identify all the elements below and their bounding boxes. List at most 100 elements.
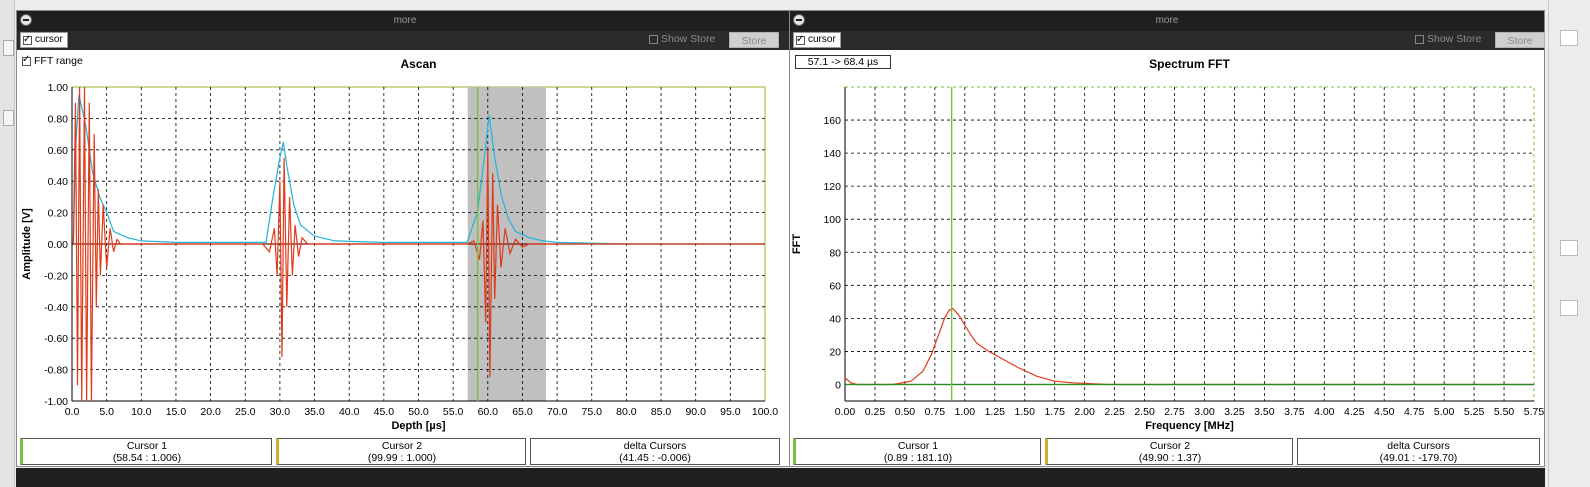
- next-panel-title-bar[interactable]: [16, 468, 794, 487]
- next-panel-title-bar[interactable]: [789, 468, 1545, 487]
- cursor2-value: (99.99 : 1.000): [367, 452, 437, 464]
- cursor1-title: Cursor 1: [897, 440, 939, 452]
- y-tick-label: -0.20: [44, 270, 68, 282]
- x-tick-label: 4.25: [1344, 406, 1365, 418]
- minimize-icon[interactable]: [793, 14, 805, 26]
- x-tick-label: 0.00: [835, 406, 856, 418]
- x-tick-label: 3.00: [1194, 406, 1215, 418]
- right-edge-button[interactable]: [1560, 30, 1578, 46]
- x-tick-label: 1.25: [985, 406, 1006, 418]
- y-tick-label: 1.00: [48, 82, 69, 94]
- y-tick-label: 0.20: [48, 208, 69, 220]
- x-tick-label: 15.0: [166, 406, 187, 418]
- x-tick-label: 65.0: [512, 406, 533, 418]
- y-axis-label: Amplitude [V]: [21, 208, 33, 280]
- x-tick-label: 4.00: [1314, 406, 1335, 418]
- store-button[interactable]: Store: [729, 32, 779, 48]
- cursor2-readout: Cursor 2 (99.99 : 1.000): [276, 438, 526, 465]
- cursor1-value: (0.89 : 181.10): [883, 452, 953, 464]
- checkbox-checked-icon[interactable]: [796, 33, 805, 47]
- delta-cursors-readout: delta Cursors (41.45 : -0.006): [530, 438, 780, 465]
- panel-title: more: [393, 15, 417, 26]
- y-tick-label: -0.40: [44, 302, 68, 314]
- left-edge-scroll-button[interactable]: [3, 110, 14, 126]
- x-tick-label: 4.50: [1374, 406, 1395, 418]
- chart-title: Spectrum FFT: [1149, 57, 1230, 71]
- delta-cursors-readout: delta Cursors (49.01 : -179.70): [1297, 438, 1540, 465]
- x-tick-label: 55.0: [443, 406, 464, 418]
- x-axis-label: Depth [µs]: [391, 420, 445, 432]
- y-tick-label: 0.40: [48, 176, 69, 188]
- x-tick-label: 0.50: [895, 406, 916, 418]
- x-tick-label: 45.0: [374, 406, 395, 418]
- y-tick-label: 40: [829, 313, 841, 325]
- x-tick-label: 100.0: [752, 406, 778, 418]
- fft-panel: more cursor Show Store Store 57.1 -> 68.…: [789, 10, 1545, 467]
- panel-toolbar: cursor Show Store Store: [17, 31, 793, 50]
- y-tick-label: 140: [823, 148, 841, 160]
- x-tick-label: 3.25: [1224, 406, 1245, 418]
- y-tick-label: 0.60: [48, 145, 69, 157]
- x-tick-label: 90.0: [685, 406, 706, 418]
- cursor2-title: Cursor 2: [1149, 440, 1191, 452]
- cursor2-value: (49.90 : 1.37): [1138, 452, 1202, 464]
- minimize-icon[interactable]: [20, 14, 32, 26]
- fft-chart[interactable]: Spectrum FFT 0.00 0.25 0.50 0.75 1.00 1.25 1.50…: [790, 51, 1544, 436]
- cursor-checkbox-label: cursor: [808, 34, 836, 45]
- y-tick-label: 80: [829, 247, 841, 259]
- x-tick-label: 1.50: [1015, 406, 1036, 418]
- cursor2-readout: Cursor 2 (49.90 : 1.37): [1045, 438, 1293, 465]
- x-tick-label: 25.0: [235, 406, 256, 418]
- x-tick-label: 30.0: [270, 406, 291, 418]
- delta-cursors-title: delta Cursors: [623, 440, 687, 452]
- left-edge-scroll-button[interactable]: [3, 40, 14, 56]
- ascan-chart[interactable]: Ascan0.0 5.0 10.0 15.0 20.0 25.0 30.0 35.0 40.0 4…: [17, 51, 793, 436]
- ascan-panel: more cursor Show Store Store FFT range A…: [16, 10, 794, 467]
- x-tick-label: 2.25: [1104, 406, 1125, 418]
- y-tick-label: -0.60: [44, 333, 68, 345]
- cursor-checkbox[interactable]: cursor: [20, 32, 68, 48]
- x-tick-label: 70.0: [547, 406, 568, 418]
- show-store-checkbox[interactable]: Show Store: [1415, 33, 1481, 45]
- show-store-checkbox[interactable]: Show Store: [649, 33, 715, 45]
- store-button[interactable]: Store: [1495, 32, 1545, 48]
- chart-title: Ascan: [400, 57, 436, 71]
- y-tick-label: 60: [829, 280, 841, 292]
- x-tick-label: 3.75: [1284, 406, 1305, 418]
- y-tick-label: 0: [835, 379, 841, 391]
- x-tick-label: 1.00: [955, 406, 976, 418]
- delta-cursors-value: (49.01 : -179.70): [1379, 452, 1458, 464]
- x-axis-label: Frequency [MHz]: [1145, 420, 1234, 432]
- y-tick-label: -1.00: [44, 396, 68, 408]
- cursor1-readout: Cursor 1 (0.89 : 181.10): [793, 438, 1041, 465]
- cursor1-title: Cursor 1: [126, 440, 168, 452]
- y-tick-label: 0.80: [48, 113, 69, 125]
- panel-title: more: [1155, 15, 1179, 26]
- x-tick-label: 5.50: [1494, 406, 1515, 418]
- x-tick-label: 5.0: [99, 406, 114, 418]
- x-tick-label: 2.50: [1134, 406, 1155, 418]
- x-tick-label: 40.0: [339, 406, 360, 418]
- y-tick-label: 160: [823, 115, 841, 127]
- checkbox-unchecked-icon[interactable]: [1415, 34, 1424, 44]
- y-tick-label: 20: [829, 346, 841, 358]
- x-tick-label: 3.50: [1254, 406, 1275, 418]
- x-tick-label: 80.0: [616, 406, 637, 418]
- panel-title-bar[interactable]: more: [17, 11, 793, 31]
- left-window-edge: [0, 0, 15, 487]
- panel-title-bar[interactable]: more: [790, 11, 1544, 31]
- right-edge-button[interactable]: [1560, 300, 1578, 316]
- x-tick-label: 2.75: [1164, 406, 1185, 418]
- cursor-checkbox[interactable]: cursor: [793, 32, 841, 48]
- cursor2-title: Cursor 2: [381, 440, 423, 452]
- checkbox-checked-icon[interactable]: [23, 33, 32, 47]
- x-tick-label: 0.25: [865, 406, 886, 418]
- checkbox-unchecked-icon[interactable]: [649, 34, 658, 44]
- x-tick-label: 2.00: [1074, 406, 1095, 418]
- right-edge-button[interactable]: [1560, 240, 1578, 256]
- cursor1-readout: Cursor 1 (58.54 : 1.006): [20, 438, 272, 465]
- x-tick-label: 5.75: [1524, 406, 1544, 418]
- x-tick-label: 50.0: [408, 406, 429, 418]
- x-tick-label: 75.0: [582, 406, 603, 418]
- x-tick-label: 60.0: [478, 406, 499, 418]
